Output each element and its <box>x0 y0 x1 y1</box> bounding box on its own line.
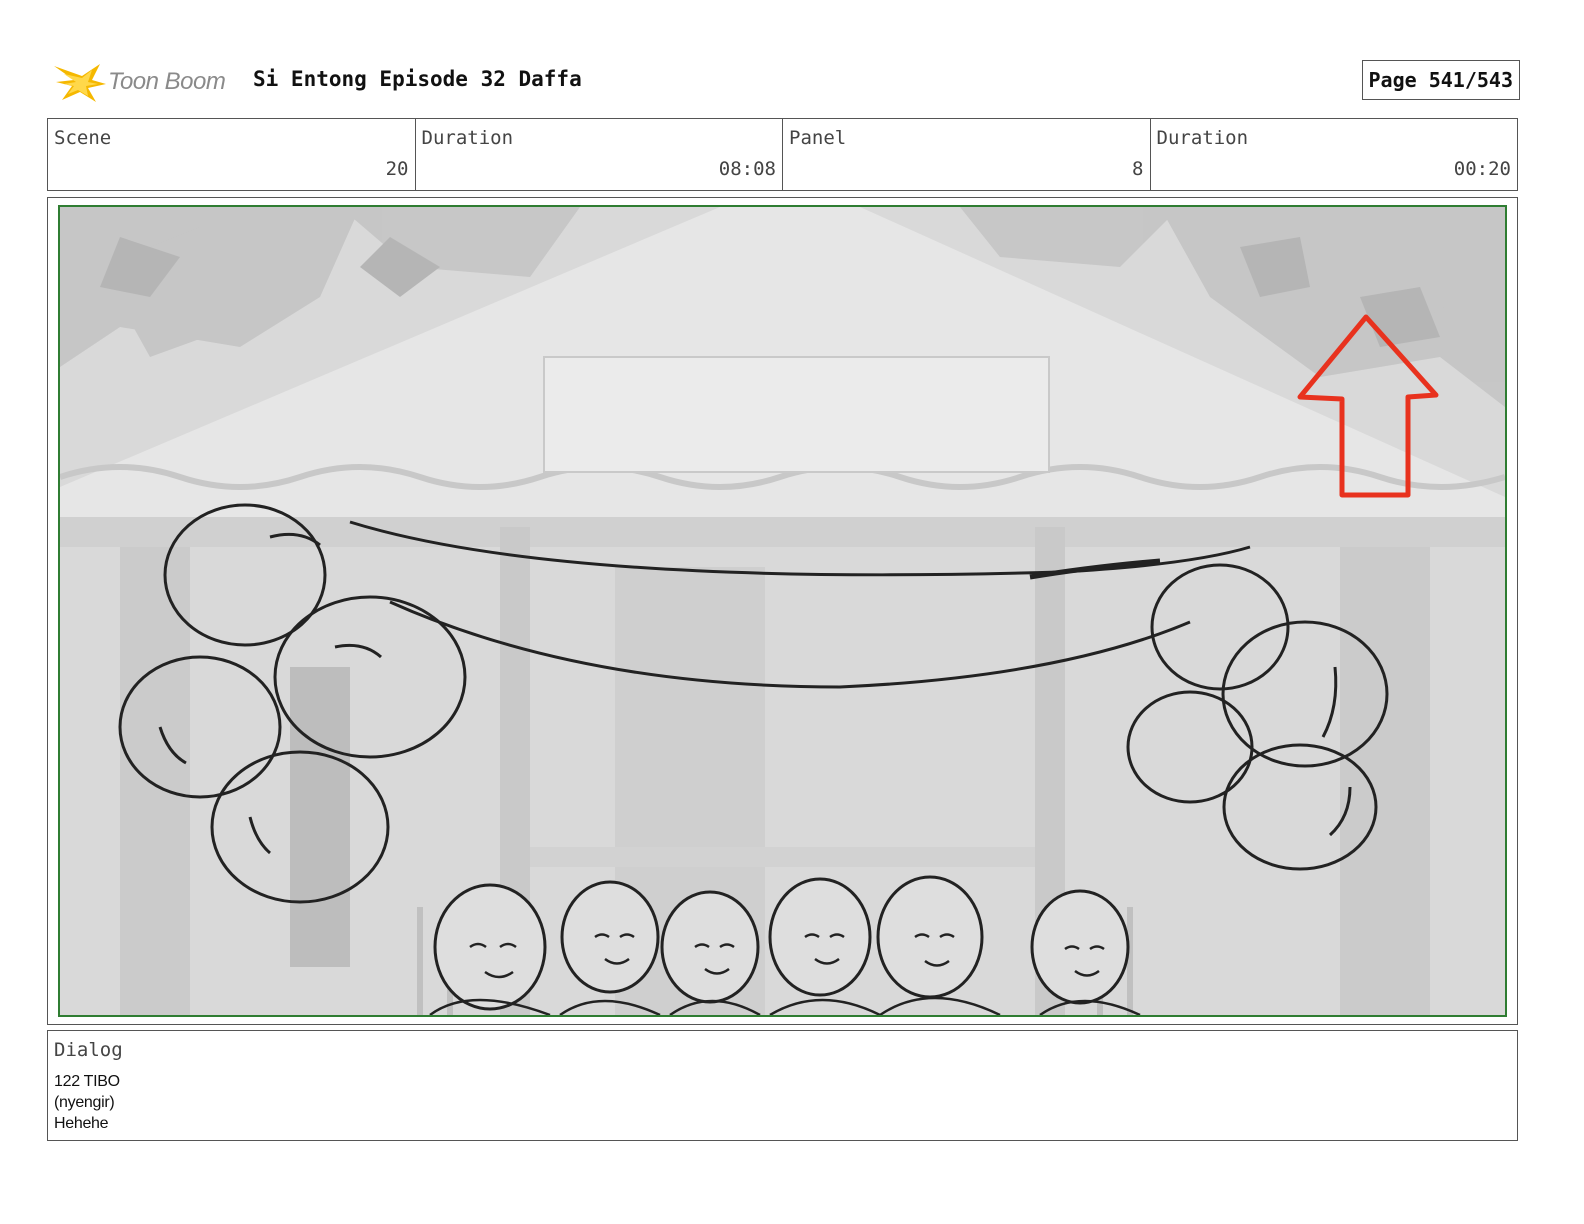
toon-boom-logo: Toon Boom <box>52 56 242 106</box>
panel-duration-label: Duration <box>1156 127 1249 149</box>
beam <box>60 517 1505 547</box>
scene-cell: Scene 20 <box>48 119 416 190</box>
dialog-line-direction: (nyengir) <box>54 1094 115 1111</box>
panel-label: Panel <box>789 127 847 149</box>
scene-value: 20 <box>385 158 409 180</box>
panel-frame <box>47 197 1518 1025</box>
panel-value: 8 <box>1132 158 1144 180</box>
panel-cell: Panel 8 <box>783 119 1151 190</box>
scene-duration-label: Duration <box>421 127 514 149</box>
post-left <box>290 667 350 967</box>
dialog-text: 122 TIBO (nyengir) Hehehe <box>54 1071 120 1134</box>
logo-text: Toon Boom <box>108 68 226 95</box>
project-title: Si Entong Episode 32 Daffa <box>253 67 582 91</box>
railing <box>530 847 1035 867</box>
panel-info-row: Scene 20 Duration 08:08 Panel 8 Duration… <box>47 118 1518 191</box>
panel-duration-cell: Duration 00:20 <box>1151 119 1518 190</box>
star-burst-icon <box>54 64 106 102</box>
dialog-box: Dialog 122 TIBO (nyengir) Hehehe <box>47 1030 1518 1141</box>
signboard <box>543 356 1050 473</box>
scene-duration-value: 08:08 <box>718 158 776 180</box>
panel-duration-value: 00:20 <box>1453 158 1511 180</box>
storyboard-panel-image <box>58 205 1507 1017</box>
dialog-label: Dialog <box>54 1039 123 1061</box>
page-indicator: Page 541/543 <box>1361 60 1520 100</box>
dialog-line-character: 122 TIBO <box>54 1073 120 1090</box>
storyboard-sketch <box>60 207 1505 1015</box>
tree-trunk-right <box>1340 547 1430 1015</box>
dialog-line-speech: Hehehe <box>54 1115 109 1132</box>
scene-label: Scene <box>54 127 112 149</box>
storyboard-header: Toon Boom Si Entong Episode 32 Daffa Pag… <box>48 54 1520 108</box>
scene-duration-cell: Duration 08:08 <box>416 119 783 190</box>
